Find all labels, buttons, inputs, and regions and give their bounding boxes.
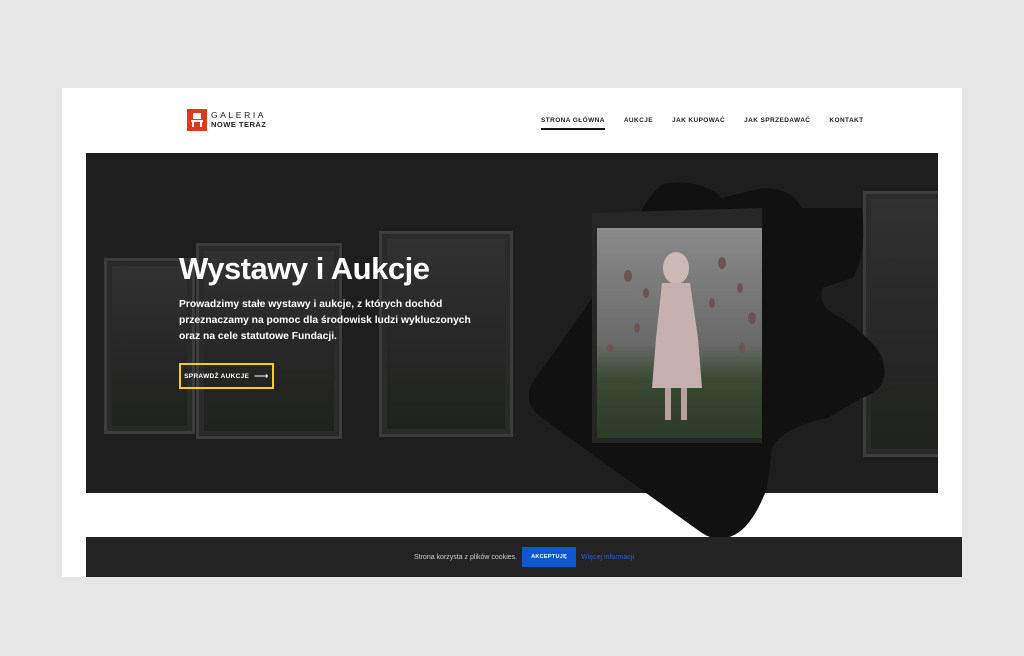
page: GALERIA NOWE TERAZ STRONA GŁÓWNA AUKCJE … [62,88,962,577]
cookie-bar: Strona korzysta z plików cookies. AKCEPT… [86,537,962,577]
puzzle-artwork-image [528,182,885,539]
more-info-link[interactable]: Więcej informacji [581,554,634,561]
cookie-text: Strona korzysta z plików cookies. [413,553,518,561]
accept-cookies-button[interactable]: AKCEPTUJĘ [522,547,577,567]
